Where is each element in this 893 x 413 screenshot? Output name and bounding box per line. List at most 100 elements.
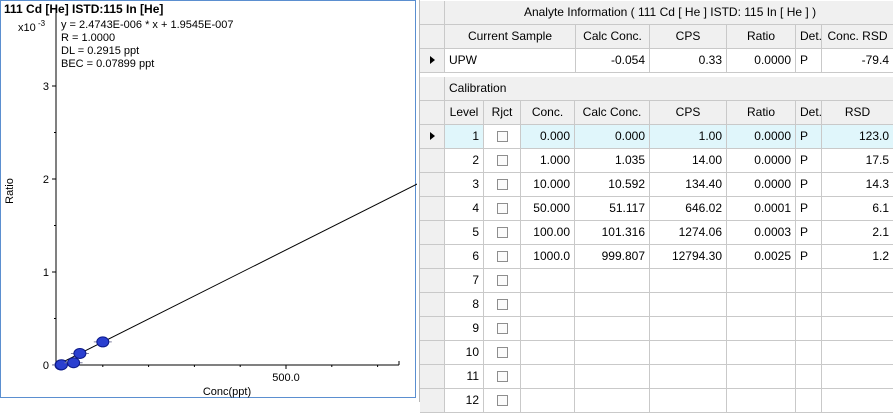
reject-cell[interactable] bbox=[484, 389, 521, 413]
calibration-cell[interactable]: 11 bbox=[445, 365, 484, 389]
calibration-cell[interactable]: 134.40 bbox=[650, 173, 727, 197]
calibration-cell[interactable]: 0.0003 bbox=[727, 221, 796, 245]
calibration-row-selector[interactable] bbox=[420, 293, 445, 317]
reject-cell[interactable] bbox=[484, 365, 521, 389]
calibration-cell[interactable]: 0.000 bbox=[521, 125, 575, 149]
analyte-cell[interactable]: P bbox=[796, 49, 822, 73]
reject-checkbox[interactable] bbox=[497, 203, 508, 214]
calibration-cell[interactable]: 2.1 bbox=[822, 221, 893, 245]
calibration-row-selector[interactable] bbox=[420, 341, 445, 365]
reject-checkbox[interactable] bbox=[497, 179, 508, 190]
calibration-cell[interactable] bbox=[521, 317, 575, 341]
calibration-row-selector[interactable] bbox=[420, 221, 445, 245]
calibration-cell[interactable]: 1274.06 bbox=[650, 221, 727, 245]
calibration-cell[interactable] bbox=[796, 341, 822, 365]
reject-cell[interactable] bbox=[484, 149, 521, 173]
calibration-row-selector[interactable] bbox=[420, 125, 445, 149]
calibration-row-selector[interactable] bbox=[420, 317, 445, 341]
calibration-cell[interactable] bbox=[650, 341, 727, 365]
calibration-cell[interactable]: 10.592 bbox=[575, 173, 650, 197]
calibration-cell[interactable] bbox=[521, 341, 575, 365]
calibration-cell[interactable]: 14.00 bbox=[650, 149, 727, 173]
calibration-cell[interactable] bbox=[727, 269, 796, 293]
calibration-cell[interactable] bbox=[575, 293, 650, 317]
calibration-cell[interactable] bbox=[650, 365, 727, 389]
reject-checkbox[interactable] bbox=[497, 155, 508, 166]
calibration-cell[interactable] bbox=[727, 365, 796, 389]
calibration-cell[interactable]: 4 bbox=[445, 197, 484, 221]
reject-checkbox[interactable] bbox=[497, 395, 508, 406]
calibration-cell[interactable] bbox=[822, 293, 893, 317]
reject-checkbox[interactable] bbox=[497, 299, 508, 310]
calibration-cell[interactable] bbox=[650, 269, 727, 293]
calibration-cell[interactable] bbox=[650, 293, 727, 317]
calibration-cell[interactable]: P bbox=[796, 221, 822, 245]
calibration-row-selector[interactable] bbox=[420, 245, 445, 269]
calibration-cell[interactable] bbox=[822, 341, 893, 365]
calibration-cell[interactable]: 1.2 bbox=[822, 245, 893, 269]
calibration-cell[interactable]: 3 bbox=[445, 173, 484, 197]
calibration-cell[interactable]: 1000.0 bbox=[521, 245, 575, 269]
calibration-cell[interactable] bbox=[727, 293, 796, 317]
reject-cell[interactable] bbox=[484, 293, 521, 317]
calibration-cell[interactable]: 100.00 bbox=[521, 221, 575, 245]
calibration-cell[interactable]: 7 bbox=[445, 269, 484, 293]
calibration-cell[interactable]: P bbox=[796, 149, 822, 173]
calibration-cell[interactable]: 51.117 bbox=[575, 197, 650, 221]
calibration-cell[interactable] bbox=[521, 365, 575, 389]
calibration-cell[interactable] bbox=[796, 269, 822, 293]
calibration-row-selector[interactable] bbox=[420, 365, 445, 389]
calibration-cell[interactable]: 14.3 bbox=[822, 173, 893, 197]
reject-checkbox[interactable] bbox=[497, 275, 508, 286]
reject-cell[interactable] bbox=[484, 245, 521, 269]
calibration-cell[interactable] bbox=[822, 269, 893, 293]
calibration-cell[interactable]: 10.000 bbox=[521, 173, 575, 197]
calibration-cell[interactable]: 10 bbox=[445, 341, 484, 365]
calibration-cell[interactable]: 12 bbox=[445, 389, 484, 413]
reject-checkbox[interactable] bbox=[497, 251, 508, 262]
analyte-cell[interactable]: -79.4 bbox=[822, 49, 893, 73]
calibration-cell[interactable] bbox=[822, 317, 893, 341]
analyte-cell[interactable]: -0.054 bbox=[576, 49, 650, 73]
calibration-cell[interactable]: 6 bbox=[445, 245, 484, 269]
calibration-cell[interactable]: P bbox=[796, 245, 822, 269]
calibration-cell[interactable]: P bbox=[796, 125, 822, 149]
calibration-cell[interactable] bbox=[822, 365, 893, 389]
calibration-cell[interactable]: 1.00 bbox=[650, 125, 727, 149]
calibration-row-selector[interactable] bbox=[420, 389, 445, 413]
reject-checkbox[interactable] bbox=[497, 227, 508, 238]
calibration-cell[interactable]: 0.0001 bbox=[727, 197, 796, 221]
calibration-cell[interactable] bbox=[796, 365, 822, 389]
calibration-cell[interactable] bbox=[796, 317, 822, 341]
analyte-row-selector[interactable] bbox=[420, 49, 445, 73]
calibration-cell[interactable] bbox=[521, 389, 575, 413]
calibration-cell[interactable] bbox=[575, 341, 650, 365]
calibration-cell[interactable]: 9 bbox=[445, 317, 484, 341]
calibration-row-selector[interactable] bbox=[420, 149, 445, 173]
calibration-cell[interactable]: P bbox=[796, 197, 822, 221]
calibration-cell[interactable]: 12794.30 bbox=[650, 245, 727, 269]
calibration-cell[interactable]: 5 bbox=[445, 221, 484, 245]
calibration-cell[interactable] bbox=[727, 341, 796, 365]
calibration-cell[interactable] bbox=[822, 389, 893, 413]
reject-cell[interactable] bbox=[484, 269, 521, 293]
calibration-cell[interactable]: 0.0000 bbox=[727, 173, 796, 197]
analyte-cell[interactable]: 0.0000 bbox=[727, 49, 796, 73]
calibration-cell[interactable]: 1.035 bbox=[575, 149, 650, 173]
reject-cell[interactable] bbox=[484, 173, 521, 197]
reject-cell[interactable] bbox=[484, 317, 521, 341]
calibration-row-selector[interactable] bbox=[420, 173, 445, 197]
calibration-cell[interactable]: 101.316 bbox=[575, 221, 650, 245]
calibration-cell[interactable]: 646.02 bbox=[650, 197, 727, 221]
calibration-cell[interactable]: P bbox=[796, 173, 822, 197]
calibration-cell[interactable] bbox=[521, 269, 575, 293]
calibration-cell[interactable]: 0.0000 bbox=[727, 149, 796, 173]
calibration-cell[interactable]: 123.0 bbox=[822, 125, 893, 149]
calibration-cell[interactable] bbox=[796, 293, 822, 317]
calibration-cell[interactable]: 8 bbox=[445, 293, 484, 317]
calibration-cell[interactable] bbox=[575, 365, 650, 389]
analyte-cell[interactable]: UPW bbox=[445, 49, 576, 73]
calibration-cell[interactable]: 1 bbox=[445, 125, 484, 149]
reject-cell[interactable] bbox=[484, 221, 521, 245]
calibration-cell[interactable] bbox=[650, 389, 727, 413]
